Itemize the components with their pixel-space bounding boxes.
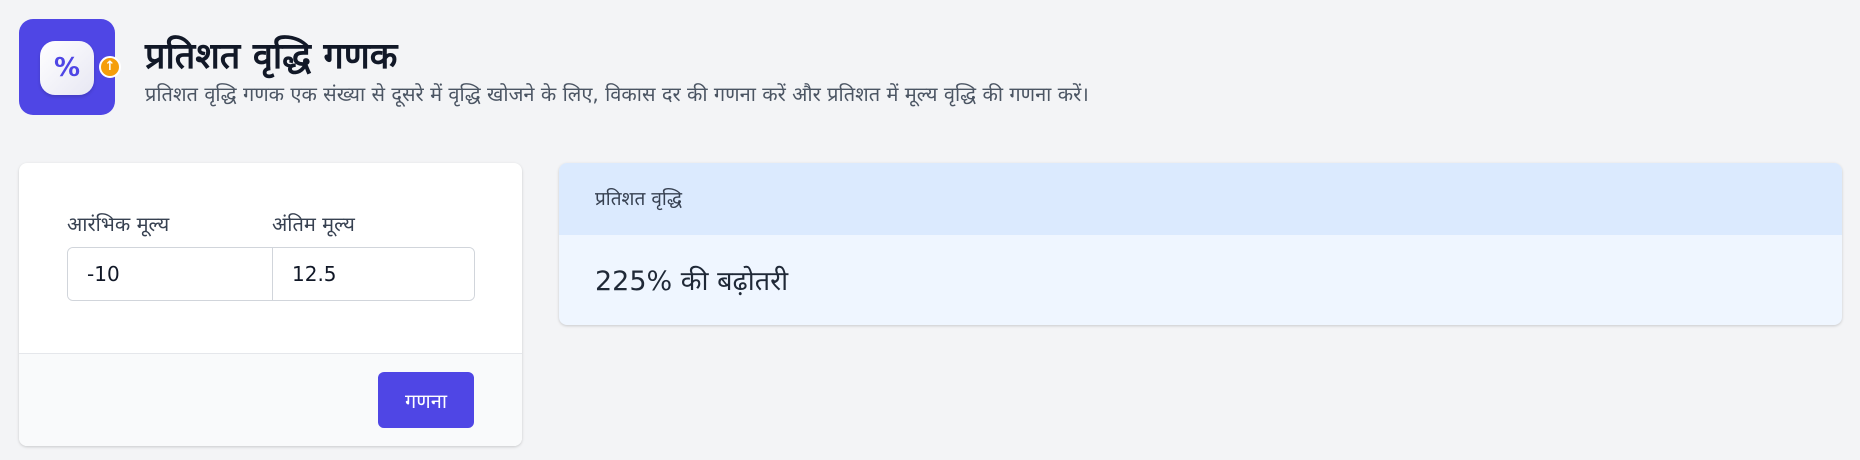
final-value-input[interactable] (273, 248, 474, 300)
calculator-card: आरंभिक मूल्य अंतिम मूल्य गणना (19, 163, 522, 446)
value-inputs-group (67, 247, 475, 301)
calculate-button[interactable]: गणना (378, 372, 474, 428)
initial-value-input[interactable] (68, 248, 273, 300)
app-logo-tile: % ↑ (40, 41, 121, 95)
result-heading: प्रतिशत वृद्धि (559, 163, 1842, 235)
percent-icon: % (53, 53, 81, 83)
initial-value-label: आरंभिक मूल्य (67, 212, 170, 236)
result-value: 225% की बढ़ोतरी (595, 266, 789, 297)
result-panel: प्रतिशत वृद्धि 225% की बढ़ोतरी (559, 163, 1842, 325)
final-value-label: अंतिम मूल्य (272, 212, 355, 236)
card-footer: गणना (19, 353, 522, 446)
page-title: प्रतिशत वृद्धि गणक (145, 36, 398, 77)
arrow-up-icon: ↑ (99, 56, 121, 78)
app-logo-icon: % ↑ (19, 19, 121, 115)
page-subtitle: प्रतिशत वृद्धि गणक एक संख्या से दूसरे मे… (145, 82, 1089, 106)
